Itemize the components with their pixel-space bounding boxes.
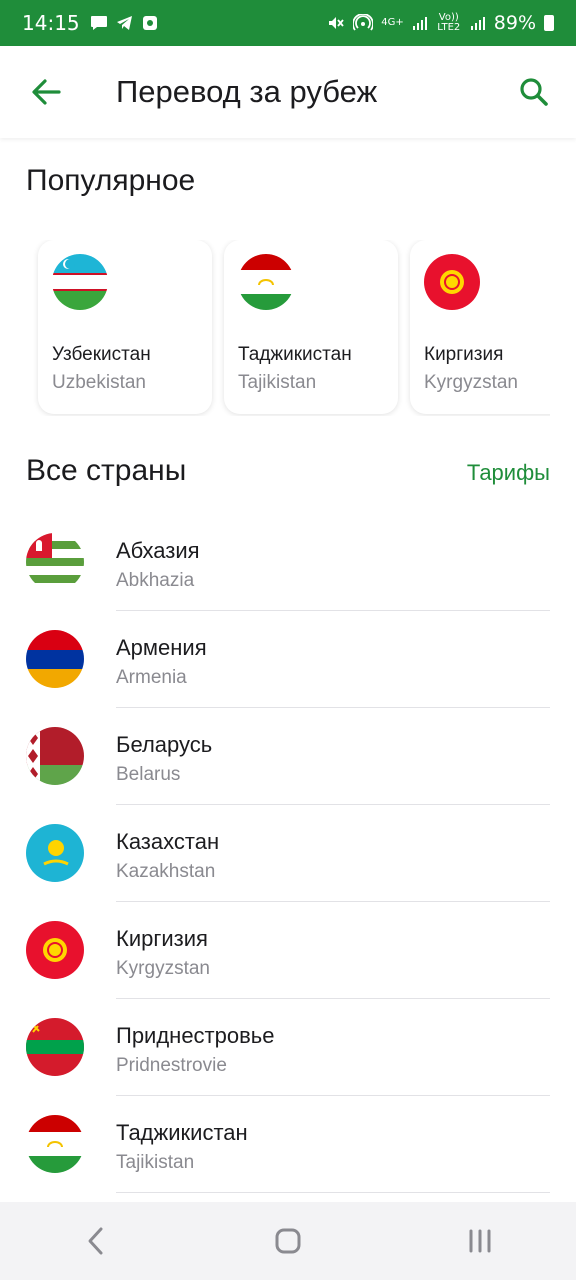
country-row-armenia[interactable]: Армения Armenia <box>0 611 576 708</box>
country-latin: Kazakhstan <box>116 861 216 882</box>
search-button[interactable] <box>514 72 554 112</box>
country-row-belarus[interactable]: Беларусь Belarus <box>0 708 576 805</box>
network-type: 4G+ <box>381 17 404 28</box>
page-title: Перевод за рубеж <box>116 74 378 109</box>
row-divider <box>116 1192 550 1193</box>
kyrgyzstan-flag-icon <box>424 254 480 310</box>
status-bar: 14:15 4G+ Vo)) LTE2 89% <box>0 0 576 46</box>
country-name: Казахстан <box>116 829 220 854</box>
search-icon <box>520 78 548 106</box>
popular-card-uzbekistan[interactable]: Узбекистан Uzbekistan <box>38 240 212 414</box>
belarus-flag-icon <box>26 727 84 785</box>
hotspot-icon <box>353 14 374 31</box>
lte-label: Vo)) LTE2 <box>437 12 461 33</box>
signal-icon-2 <box>470 17 485 30</box>
country-name: Армения <box>116 635 207 660</box>
country-latin: Kyrgyzstan <box>116 958 210 979</box>
tajikistan-flag-icon <box>26 1115 84 1173</box>
country-row-abkhazia[interactable]: Абхазия Abkhazia <box>0 514 576 611</box>
country-latin: Belarus <box>116 764 181 785</box>
country-latin: Kyrgyzstan <box>424 372 518 393</box>
nav-recents-button[interactable] <box>450 1211 510 1271</box>
home-icon <box>275 1228 301 1254</box>
pridnestrovie-flag-icon <box>26 1018 84 1076</box>
recents-icon <box>469 1229 491 1253</box>
all-countries-heading: Все страны <box>26 454 187 487</box>
battery-percent: 89% <box>493 12 536 34</box>
country-latin: Uzbekistan <box>52 372 146 393</box>
status-time: 14:15 <box>22 11 80 35</box>
country-name: Таджикистан <box>116 1120 248 1145</box>
nav-home-button[interactable] <box>258 1211 318 1271</box>
uzbekistan-flag-icon <box>52 254 108 310</box>
armenia-flag-icon <box>26 630 84 688</box>
country-name: Абхазия <box>116 538 200 563</box>
popular-carousel[interactable]: Узбекистан Uzbekistan Таджикистан Tajiki… <box>0 240 550 416</box>
mute-icon <box>329 17 344 29</box>
popular-heading: Популярное <box>26 164 196 197</box>
notification-icons <box>90 15 158 31</box>
telegram-icon <box>116 16 132 30</box>
country-row-kazakhstan[interactable]: Казахстан Kazakhstan <box>0 805 576 902</box>
country-latin: Tajikistan <box>238 372 317 393</box>
signal-icon <box>412 17 427 30</box>
nav-back-button[interactable] <box>66 1211 126 1271</box>
app-header: Перевод за рубеж <box>0 46 576 138</box>
country-latin: Pridnestrovie <box>116 1055 227 1076</box>
popular-card-kyrgyzstan[interactable]: Киргизия Kyrgyzstan <box>410 240 550 414</box>
kazakhstan-flag-icon <box>26 824 84 882</box>
country-name: Беларусь <box>116 732 213 757</box>
system-navigation-bar <box>0 1202 576 1280</box>
tajikistan-flag-icon <box>238 254 294 310</box>
country-latin: Abkhazia <box>116 570 195 591</box>
country-name: Киргизия <box>116 926 208 951</box>
country-latin: Tajikistan <box>116 1152 195 1173</box>
country-name: Киргизия <box>424 344 504 365</box>
message-icon <box>90 16 107 30</box>
app-icon <box>142 16 157 30</box>
country-name: Приднестровье <box>116 1023 275 1048</box>
arrow-left-icon <box>32 79 61 105</box>
countries-list: Абхазия Abkhazia Армения Armenia Беларус… <box>0 514 576 1193</box>
popular-card-tajikistan[interactable]: Таджикистан Tajikistan <box>224 240 398 414</box>
abkhazia-flag-icon <box>26 533 84 591</box>
country-row-tajikistan[interactable]: Таджикистан Tajikistan <box>0 1096 576 1193</box>
country-row-pridnestrovie[interactable]: Приднестровье Pridnestrovie <box>0 999 576 1096</box>
country-name: Таджикистан <box>238 344 352 365</box>
battery-icon <box>544 15 554 31</box>
kyrgyzstan-flag-icon <box>26 921 84 979</box>
back-button[interactable] <box>26 72 66 112</box>
chevron-left-icon <box>88 1227 103 1255</box>
tariffs-link[interactable]: Тарифы <box>467 460 550 486</box>
country-latin: Armenia <box>116 667 187 688</box>
country-name: Узбекистан <box>52 344 151 365</box>
country-row-kyrgyzstan[interactable]: Киргизия Kyrgyzstan <box>0 902 576 999</box>
